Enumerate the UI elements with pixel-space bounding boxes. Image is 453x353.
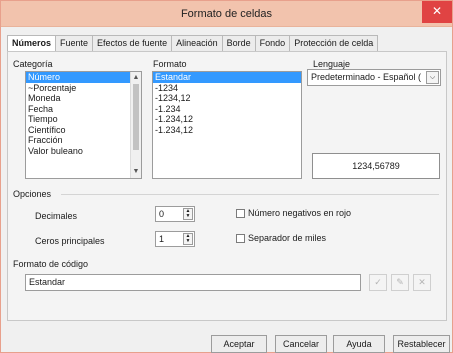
- list-item[interactable]: Valor buleano: [26, 146, 141, 157]
- list-item[interactable]: -1.234: [153, 104, 301, 115]
- list-item[interactable]: Estandar: [153, 72, 301, 83]
- list-item[interactable]: -1234,12: [153, 93, 301, 104]
- format-label: Formato: [153, 59, 187, 69]
- list-item[interactable]: Número: [26, 72, 141, 83]
- tab-background[interactable]: Fondo: [254, 35, 291, 51]
- tab-borders[interactable]: Borde: [221, 35, 256, 51]
- tab-font-effects[interactable]: Efectos de fuente: [92, 35, 173, 51]
- format-preview: 1234,56789: [312, 153, 440, 179]
- list-item[interactable]: -1.234,12: [153, 125, 301, 136]
- category-label: Categoría: [13, 59, 53, 69]
- chevron-up-icon[interactable]: ▲: [131, 73, 141, 83]
- check-icon[interactable]: ✓: [369, 274, 387, 291]
- leading-zeros-value: 1: [159, 234, 165, 244]
- cancel-button[interactable]: Cancelar: [275, 335, 327, 353]
- list-item[interactable]: Fracción: [26, 135, 141, 146]
- format-cells-dialog: Formato de celdas ✕ Números Fuente Efect…: [0, 0, 453, 353]
- decimals-label: Decimales: [35, 211, 78, 221]
- list-item[interactable]: -1234: [153, 83, 301, 94]
- negative-red-label: Número negativos en rojo: [248, 208, 352, 218]
- stepper-arrows-icon[interactable]: ▲ ▼: [183, 208, 193, 220]
- format-list[interactable]: Estandar -1234 -1234,12 -1.234 -1.234,12…: [152, 71, 302, 179]
- decimals-stepper[interactable]: 0 ▲ ▼: [155, 206, 195, 222]
- list-item[interactable]: Fecha: [26, 104, 141, 115]
- list-item[interactable]: ~Porcentaje: [26, 83, 141, 94]
- tab-cell-protection[interactable]: Protección de celda: [289, 35, 379, 51]
- tab-alignment[interactable]: Alineación: [171, 35, 223, 51]
- negative-red-checkbox[interactable]: Número negativos en rojo: [236, 208, 351, 218]
- list-item[interactable]: Tiempo: [26, 114, 141, 125]
- options-divider: [61, 194, 439, 195]
- chevron-down-icon[interactable]: ▼: [131, 167, 141, 177]
- category-list[interactable]: Número ~Porcentaje Moneda Fecha Tiempo C…: [25, 71, 142, 179]
- language-label: Lenguaje: [313, 59, 351, 69]
- tab-bar: Números Fuente Efectos de fuente Alineac…: [7, 35, 379, 52]
- leading-zeros-label: Ceros principales: [35, 236, 105, 246]
- thousands-separator-checkbox[interactable]: Separador de miles: [236, 233, 326, 243]
- stepper-arrows-icon[interactable]: ▲ ▼: [183, 233, 193, 245]
- format-code-input[interactable]: Estandar: [25, 274, 361, 291]
- tab-font[interactable]: Fuente: [55, 35, 94, 51]
- leading-zeros-stepper[interactable]: 1 ▲ ▼: [155, 231, 195, 247]
- list-item[interactable]: -1.234,12: [153, 114, 301, 125]
- delete-icon[interactable]: ✕: [413, 274, 431, 291]
- edit-comment-icon[interactable]: ✎: [391, 274, 409, 291]
- reset-button[interactable]: Restablecer: [393, 335, 450, 353]
- list-item[interactable]: Moneda: [26, 93, 141, 104]
- language-value: Predeterminado - Español (: [311, 72, 422, 82]
- format-code-label: Formato de código: [13, 259, 89, 269]
- chevron-down-icon[interactable]: ⌵: [426, 71, 439, 84]
- decimals-value: 0: [159, 209, 165, 219]
- accept-button[interactable]: Aceptar: [211, 335, 267, 353]
- window-title: Formato de celdas: [180, 8, 273, 20]
- help-button[interactable]: Ayuda: [333, 335, 385, 353]
- scrollbar-thumb[interactable]: [133, 84, 139, 150]
- tab-numbers[interactable]: Números: [7, 35, 57, 52]
- category-scrollbar[interactable]: ▲ ▼: [130, 72, 141, 178]
- title-bar: Formato de celdas ✕: [1, 1, 452, 27]
- checkbox-box[interactable]: [236, 208, 245, 218]
- options-label: Opciones: [13, 189, 52, 199]
- list-item[interactable]: Científico: [26, 125, 141, 136]
- language-select[interactable]: Predeterminado - Español ( ⌵: [307, 69, 441, 86]
- checkbox-box[interactable]: [236, 233, 245, 243]
- thousands-separator-label: Separador de miles: [248, 233, 327, 243]
- close-icon[interactable]: ✕: [422, 1, 452, 23]
